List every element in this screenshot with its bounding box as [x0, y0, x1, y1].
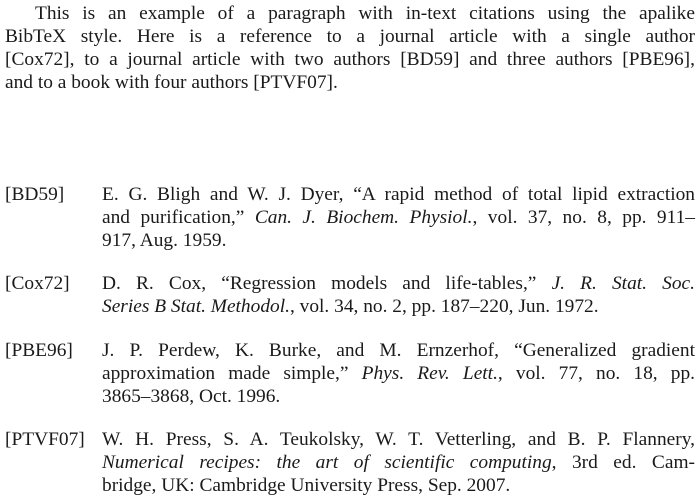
bib-venue-text: Numerical recipes: the art of scientific…	[102, 452, 552, 473]
bib-line: bridge, UK: Cambridge University Press, …	[102, 474, 695, 497]
bib-line: D. R. Cox, “Regression models and life-t…	[102, 272, 695, 295]
bib-label: [PTVF07]	[5, 429, 85, 450]
bib-venue-text: Can. J. Biochem. Physiol.	[254, 207, 473, 228]
bib-venue-text: J. R. Stat. Soc.	[551, 273, 695, 294]
bib-label: [Cox72]	[5, 273, 70, 294]
intro-line: [Cox72], to a journal article with two a…	[5, 49, 695, 70]
intro-paragraph: This is an example of a paragraph with i…	[5, 2, 695, 94]
intro-line: and to a book with four authors [PTVF07]…	[5, 72, 338, 93]
bib-line: 3865–3868, Oct. 1996.	[102, 385, 695, 408]
bib-body: W. H. Press, S. A. Teukolsky, W. T. Vett…	[102, 428, 695, 497]
bib-label: [BD59]	[5, 184, 65, 205]
intro-line: This is an example of a paragraph with i…	[35, 3, 695, 24]
bib-body: D. R. Cox, “Regression models and life-t…	[102, 272, 695, 318]
bib-text: , vol. 77, no. 18, pp.	[497, 363, 696, 384]
bib-line: approximation made simple,” Phys. Rev. L…	[102, 362, 695, 385]
bib-line: Series B Stat. Methodol., vol. 34, no. 2…	[102, 295, 695, 318]
bib-text: , 3rd ed. Cam-	[551, 452, 695, 473]
bib-text: , vol. 34, no. 2, pp. 187–220, Jun. 1972…	[289, 296, 599, 317]
bib-text: approximation made simple,”	[102, 363, 362, 384]
bib-venue-text: Series B Stat. Methodol.	[102, 296, 290, 317]
bib-text: E. G. Bligh and W. J. Dyer, “A rapid met…	[102, 184, 695, 205]
bib-text: W. H. Press, S. A. Teukolsky, W. T. Vett…	[102, 429, 695, 450]
bib-body: J. P. Perdew, K. Burke, and M. Ernzerhof…	[102, 339, 695, 408]
bib-label: [PBE96]	[5, 340, 73, 361]
bib-line: Numerical recipes: the art of scientific…	[102, 451, 695, 474]
bib-body: E. G. Bligh and W. J. Dyer, “A rapid met…	[102, 183, 695, 252]
bib-text: J. P. Perdew, K. Burke, and M. Ernzerhof…	[102, 340, 695, 361]
bib-text: 3865–3868, Oct. 1996.	[102, 386, 281, 407]
bib-text: 917, Aug. 1959.	[102, 230, 227, 251]
bib-text: and purification,”	[102, 207, 255, 228]
intro-line: BibTeX style. Here is a reference to a j…	[5, 26, 695, 47]
bib-text: bridge, UK: Cambridge University Press, …	[102, 475, 511, 496]
bib-line: E. G. Bligh and W. J. Dyer, “A rapid met…	[102, 183, 695, 206]
bib-line: W. H. Press, S. A. Teukolsky, W. T. Vett…	[102, 428, 695, 451]
bib-line: J. P. Perdew, K. Burke, and M. Ernzerhof…	[102, 339, 695, 362]
bib-text: D. R. Cox, “Regression models and life-t…	[102, 273, 552, 294]
bib-line: 917, Aug. 1959.	[102, 229, 695, 252]
bib-line: and purification,” Can. J. Biochem. Phys…	[102, 206, 695, 229]
bib-venue-text: Phys. Rev. Lett.	[361, 363, 498, 384]
bib-text: , vol. 37, no. 8, pp. 911–	[472, 207, 696, 228]
